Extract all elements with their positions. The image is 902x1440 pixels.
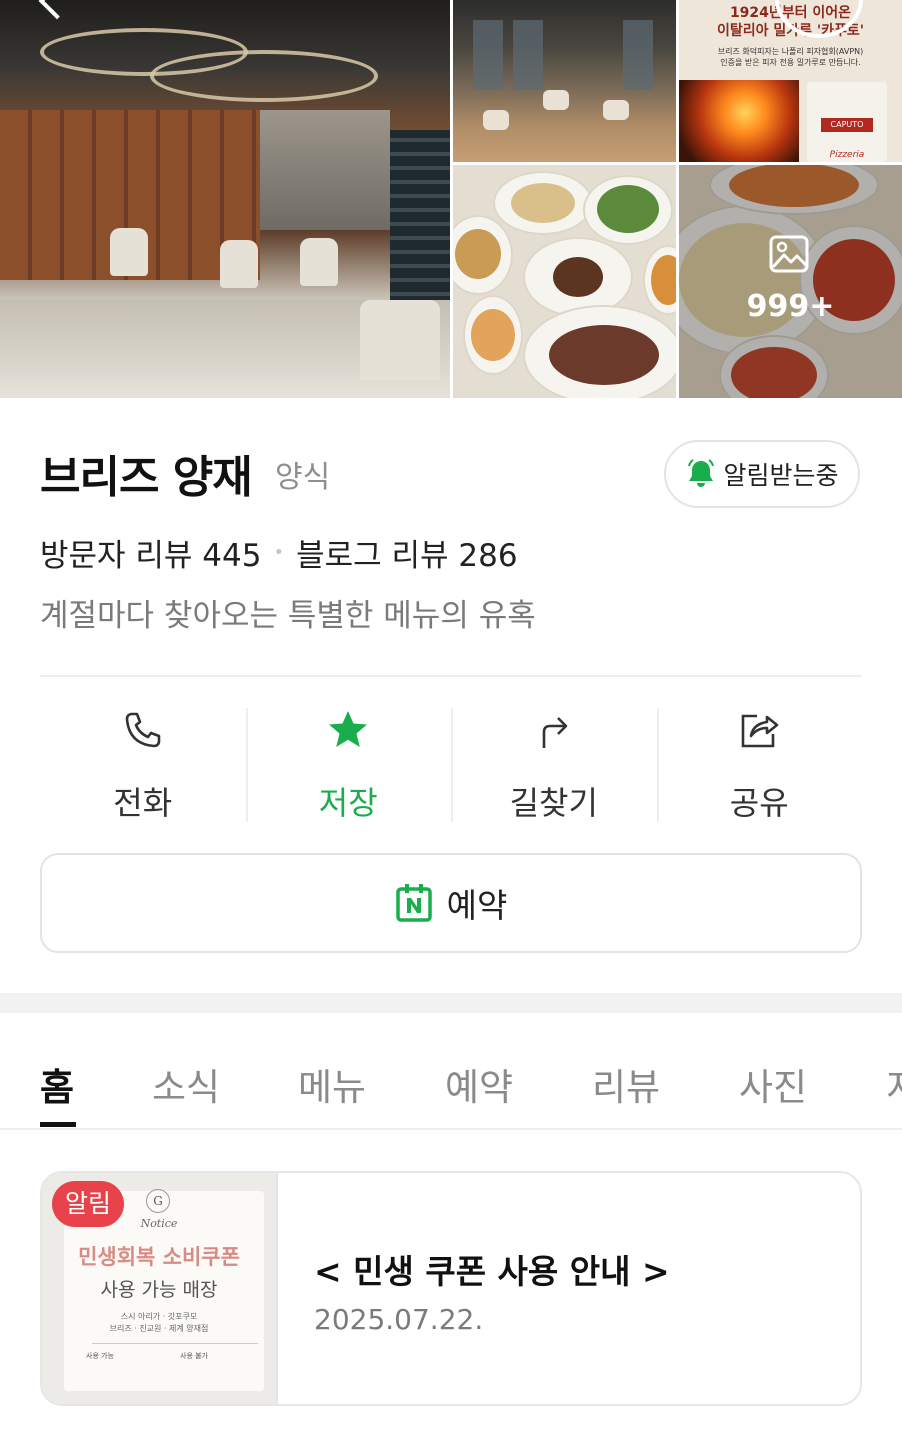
directions-button[interactable]: 길찾기 [451, 706, 657, 824]
thumbnail-stores: 스시 아리가 · 갓포쿠모 브리즈 · 진교원 · 제계 양재점 [109, 1312, 209, 1333]
plate [463, 295, 523, 375]
reserve-label: 예약 [446, 886, 508, 925]
photo-gallery[interactable]: 1924년부터 이어온 이탈리아 밀가루 '카푸토' 브리즈 화덕피자는 나폴리… [0, 0, 902, 398]
review-summary: 방문자 리뷰 445 • 블로그 리뷰 286 [40, 530, 518, 575]
bell-icon [688, 459, 715, 487]
window [513, 20, 543, 90]
plate [643, 245, 676, 315]
chair [360, 300, 440, 380]
blog-reviews-link[interactable]: 블로그 리뷰 286 [296, 530, 517, 575]
visitor-reviews-link[interactable]: 방문자 리뷰 445 [40, 530, 261, 575]
notify-button[interactable]: 알림받는중 [664, 440, 860, 508]
tab-reservation[interactable]: 예약 [445, 1057, 513, 1111]
photo-count: 999+ [746, 289, 835, 324]
directions-label: 길찾기 [509, 784, 598, 822]
thumbnail-usable: 사용 가능 [86, 1352, 114, 1360]
thumbnail-unusable: 사용 불가 [180, 1352, 208, 1360]
tab-news[interactable]: 소식 [152, 1057, 220, 1111]
notice-thumbnail: G Notice 민생회복 소비쿠폰 사용 가능 매장 스시 아리가 · 갓포쿠… [42, 1173, 278, 1404]
chair [220, 240, 258, 288]
pizza-oven [260, 110, 390, 230]
flour-bag-label: CAPUTO [821, 118, 873, 132]
thumbnail-logo: G [146, 1189, 170, 1213]
share-button[interactable]: 공유 [656, 706, 863, 824]
star-icon [329, 711, 368, 747]
divider [40, 675, 862, 677]
naver-booking-icon [395, 884, 432, 922]
oven-fire [679, 80, 799, 162]
place-name: 브리즈 양재 [40, 452, 253, 503]
notice-title: < 민생 쿠폰 사용 안내 > [314, 1252, 670, 1291]
plate [583, 175, 673, 245]
call-label: 전화 [113, 784, 173, 822]
chair [110, 228, 148, 276]
wine-shelf [390, 130, 450, 320]
thumbnail-title: 민생회복 소비쿠폰 [78, 1245, 240, 1269]
plate [493, 171, 593, 235]
window [623, 20, 653, 90]
share-icon [741, 714, 779, 748]
tab-photos[interactable]: 사진 [739, 1057, 807, 1111]
review-separator: • [273, 542, 285, 563]
table [543, 90, 569, 110]
tab-bar: 홈 소식 메뉴 예약 리뷰 사진 지 [0, 1013, 902, 1130]
light-ring [150, 50, 378, 102]
notify-label: 알림받는중 [723, 461, 839, 490]
chair [300, 238, 338, 286]
plate [523, 305, 676, 398]
thumbnail-subtitle: 사용 가능 매장 [100, 1279, 218, 1301]
directions-icon [542, 717, 568, 748]
phone-icon [125, 712, 161, 748]
window [473, 20, 503, 90]
flour-bag: CAPUTO Pizzeria [807, 82, 887, 162]
photo-dining-room[interactable] [453, 0, 676, 162]
tab-menu[interactable]: 메뉴 [298, 1057, 366, 1111]
active-tab-indicator [40, 1122, 76, 1127]
reserve-button[interactable]: 예약 [40, 853, 862, 953]
photo-interior[interactable] [0, 0, 450, 398]
action-bar: 전화 저장 길찾기 공유 [40, 706, 862, 824]
notice-date: 2025.07.22. [314, 1303, 484, 1336]
tab-home[interactable]: 홈 [40, 1057, 74, 1111]
notice-card[interactable]: G Notice 민생회복 소비쿠폰 사용 가능 매장 스시 아리가 · 갓포쿠… [40, 1171, 862, 1406]
notice-badge: 알림 [52, 1181, 124, 1227]
place-category: 양식 [275, 460, 331, 495]
photo-pasta[interactable]: 999+ [679, 165, 902, 398]
photo-flour-ad[interactable]: 1924년부터 이어온 이탈리아 밀가루 '카푸토' 브리즈 화덕피자는 나폴리… [679, 0, 902, 162]
tab-reviews[interactable]: 리뷰 [592, 1057, 660, 1111]
plate [453, 215, 513, 295]
table [603, 100, 629, 120]
place-description: 계절마다 찾아오는 특별한 메뉴의 유혹 [40, 598, 536, 634]
flour-bag-text: Pizzeria [829, 150, 865, 160]
call-button[interactable]: 전화 [40, 706, 246, 824]
share-label: 공유 [729, 784, 789, 822]
photo-overlay [679, 165, 902, 398]
tab-more[interactable]: 지 [886, 1057, 902, 1111]
section-separator [0, 993, 902, 1013]
thumbnail-divider [92, 1343, 258, 1344]
photo-dishes[interactable] [453, 165, 676, 398]
photo-icon [769, 235, 809, 273]
save-button[interactable]: 저장 [245, 706, 452, 824]
ad-subtext: 브리즈 화덕피자는 나폴리 피자협회(AVPN) 인증을 받은 피자 전용 밀가… [717, 47, 864, 67]
table [483, 110, 509, 130]
save-label: 저장 [318, 784, 378, 822]
